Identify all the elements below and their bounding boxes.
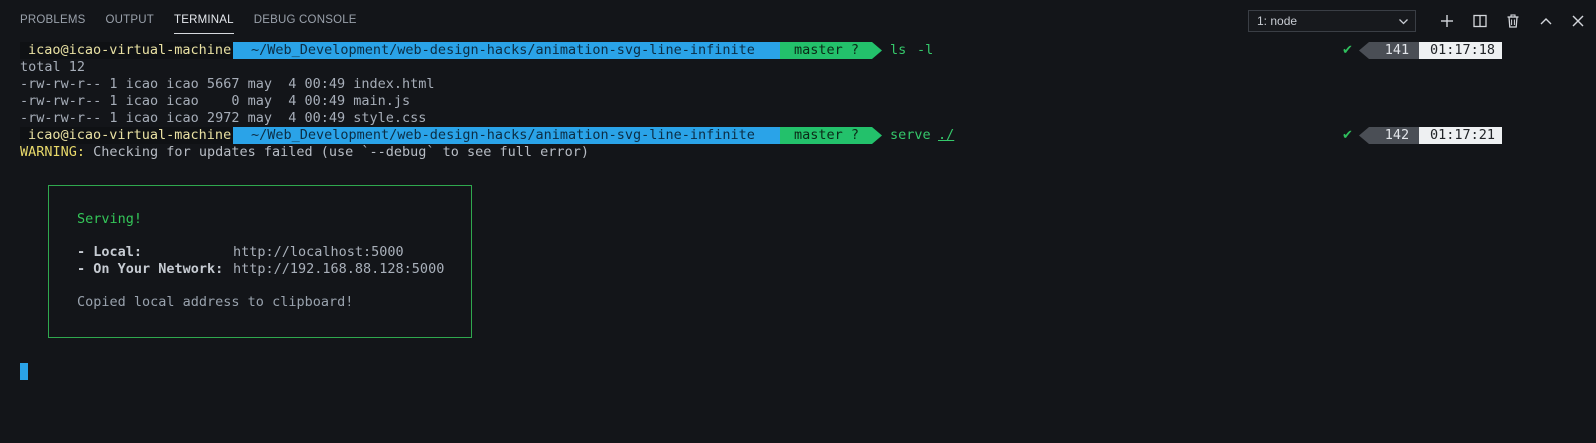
tab-terminal[interactable]: TERMINAL (164, 0, 244, 40)
powerline-arrow-left-icon (1359, 42, 1369, 59)
prompt-user-segment: icao@icao-virtual-machine (20, 42, 233, 59)
local-url[interactable]: http://localhost:5000 (233, 244, 404, 261)
prompt-path-segment: ~/Web_Development/web-design-hacks/anima… (233, 42, 780, 59)
add-icon (1441, 15, 1453, 27)
output-line: -rw-rw-r-- 1 icao icao 5667 may 4 00:49 … (20, 76, 435, 92)
kill-terminal-button[interactable] (1503, 11, 1523, 31)
chevron-up-icon (1540, 18, 1552, 25)
tab-output[interactable]: OUTPUT (96, 0, 164, 40)
network-url[interactable]: http://192.168.88.128:5000 (233, 261, 444, 278)
split-terminal-button[interactable] (1470, 11, 1490, 31)
prompt-time: 01:17:21 (1419, 127, 1502, 144)
terminal-cursor (20, 363, 28, 380)
chevron-down-icon (1399, 19, 1408, 25)
output-line: total 12 (20, 59, 86, 75)
command-arg: -l (917, 42, 934, 58)
prompt-git-segment: master ? (780, 127, 872, 144)
command-name: ls (890, 42, 907, 58)
powerline-arrow-icon (872, 42, 882, 59)
powerline-arrow-left-icon (1359, 127, 1369, 144)
copied-message: Copied local address to clipboard! (77, 294, 354, 310)
panel-header: PROBLEMS OUTPUT TERMINAL DEBUG CONSOLE 1… (0, 0, 1596, 40)
prompt-line: icao@icao-virtual-machine ~/Web_Developm… (20, 127, 1502, 144)
output-line: -rw-rw-r-- 1 icao icao 0 may 4 00:49 mai… (20, 93, 411, 109)
history-number: 142 (1369, 127, 1419, 144)
history-number: 141 (1369, 42, 1419, 59)
prompt-line: icao@icao-virtual-machine ~/Web_Developm… (20, 42, 1502, 59)
serving-status: Serving! (77, 211, 143, 227)
tab-problems[interactable]: PROBLEMS (10, 0, 96, 40)
add-terminal-button[interactable] (1437, 11, 1457, 31)
prompt-user-segment: icao@icao-virtual-machine (20, 127, 233, 144)
maximize-panel-button[interactable] (1536, 11, 1556, 31)
prompt-time: 01:17:18 (1419, 42, 1502, 59)
tab-debug-console[interactable]: DEBUG CONSOLE (244, 0, 367, 40)
status-check-icon: ✔ (1342, 43, 1353, 58)
command-name: serve (890, 127, 931, 143)
warning-text: Checking for updates failed (use `--debu… (85, 144, 589, 160)
terminal-select-value: 1: node (1257, 14, 1298, 28)
terminal-output[interactable]: icao@icao-virtual-machine ~/Web_Developm… (0, 40, 1596, 443)
split-icon (1473, 14, 1487, 28)
close-icon (1572, 15, 1584, 27)
output-line: -rw-rw-r-- 1 icao icao 2972 may 4 00:49 … (20, 110, 427, 126)
serve-info-box: Serving! - Local: http://localhost:5000 … (48, 185, 472, 338)
prompt-git-segment: master ? (780, 42, 872, 59)
command-arg: ./ (938, 127, 955, 143)
network-label: - On Your Network: (77, 261, 224, 277)
warning-line: WARNING: Checking for updates failed (us… (20, 144, 589, 161)
powerline-arrow-icon (872, 127, 882, 144)
close-panel-button[interactable] (1568, 11, 1588, 31)
prompt-path-segment: ~/Web_Development/web-design-hacks/anima… (233, 127, 780, 144)
warning-label: WARNING: (20, 144, 86, 160)
status-check-icon: ✔ (1342, 128, 1353, 143)
panel-tabs: PROBLEMS OUTPUT TERMINAL DEBUG CONSOLE (10, 0, 367, 40)
local-label: - Local: (77, 244, 143, 260)
terminal-select[interactable]: 1: node (1248, 10, 1416, 32)
trash-icon (1507, 14, 1519, 28)
